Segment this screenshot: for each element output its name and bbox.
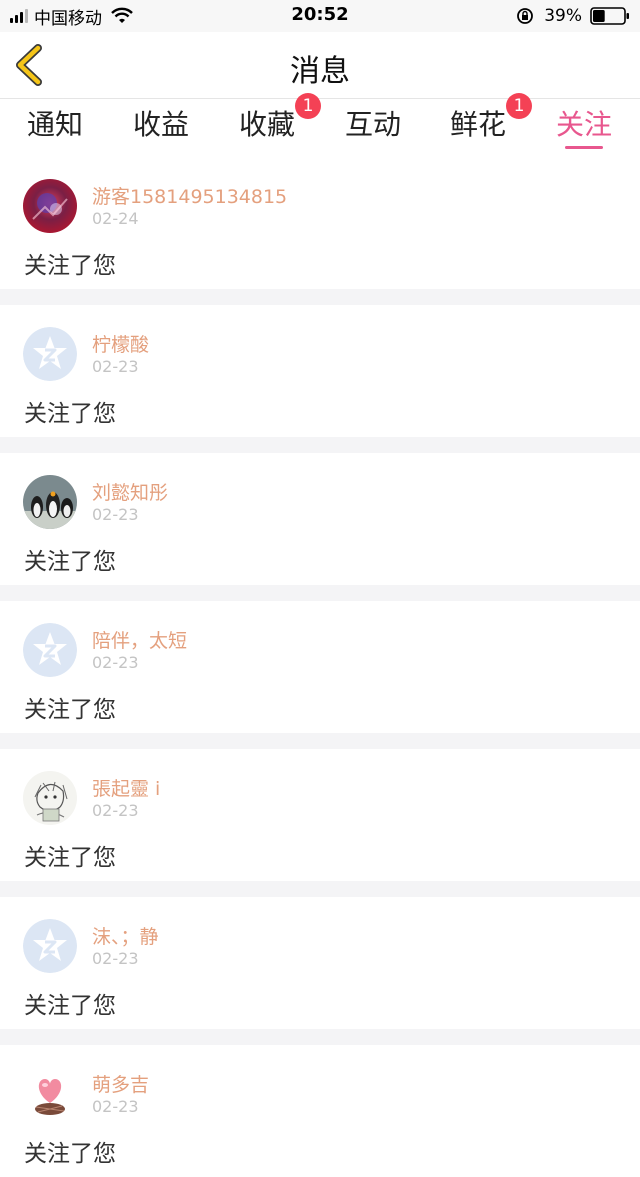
tab-label: 互动 bbox=[344, 108, 401, 141]
follow-date: 02-23 bbox=[92, 1097, 139, 1116]
username[interactable]: 陪伴，太短 bbox=[92, 626, 187, 653]
username[interactable]: 柠檬酸 bbox=[92, 330, 149, 357]
tab-label: 收藏 bbox=[238, 108, 295, 141]
tab-label: 鲜花 bbox=[449, 108, 506, 141]
divider bbox=[0, 733, 640, 749]
avatar[interactable] bbox=[23, 179, 77, 233]
status-right: 39% bbox=[516, 5, 630, 27]
divider bbox=[0, 585, 640, 601]
tab-label: 关注 bbox=[555, 108, 612, 141]
follow-date: 02-23 bbox=[92, 949, 139, 968]
follow-message: 关注了您 bbox=[24, 401, 116, 427]
rotation-lock-icon bbox=[517, 8, 534, 24]
username[interactable]: 沫、；静 bbox=[92, 922, 159, 949]
follow-date: 02-23 bbox=[92, 801, 139, 820]
list-item[interactable]: 游客1581495134815 02-24 关注了您 bbox=[0, 157, 640, 289]
avatar[interactable] bbox=[23, 623, 77, 677]
tab-favorites[interactable]: 收藏 1 bbox=[237, 93, 321, 153]
battery-percent: 39% bbox=[544, 6, 582, 26]
avatar[interactable] bbox=[23, 771, 77, 825]
follow-message: 关注了您 bbox=[24, 845, 116, 871]
divider bbox=[0, 289, 640, 305]
avatar[interactable] bbox=[23, 919, 77, 973]
tab-label: 收益 bbox=[132, 108, 189, 141]
tab-flowers[interactable]: 鲜花 1 bbox=[448, 93, 532, 153]
tab-interactions[interactable]: 互动 bbox=[343, 103, 403, 153]
username[interactable]: 刘懿知彤 bbox=[92, 478, 168, 505]
avatar-photo-icon bbox=[23, 475, 77, 529]
follower-list: 游客1581495134815 02-24 关注了您 柠檬酸 02-23 关注了… bbox=[0, 157, 640, 1177]
follow-message: 关注了您 bbox=[24, 1141, 116, 1167]
active-tab-indicator bbox=[565, 146, 603, 149]
battery-icon bbox=[590, 7, 629, 25]
follow-message: 关注了您 bbox=[24, 993, 116, 1019]
tab-label: 通知 bbox=[26, 108, 83, 141]
avatar-photo-icon bbox=[23, 1067, 77, 1121]
tab-notifications[interactable]: 通知 bbox=[25, 103, 85, 153]
unread-badge: 1 bbox=[506, 93, 532, 119]
divider bbox=[0, 881, 640, 897]
follow-date: 02-23 bbox=[92, 653, 139, 672]
follow-message: 关注了您 bbox=[24, 697, 116, 723]
avatar-photo-icon bbox=[23, 771, 77, 825]
divider bbox=[0, 437, 640, 453]
avatar[interactable] bbox=[23, 475, 77, 529]
username[interactable]: 張起靈 i bbox=[92, 774, 160, 801]
follow-date: 02-23 bbox=[92, 357, 139, 376]
list-item[interactable]: 陪伴，太短 02-23 关注了您 bbox=[0, 601, 640, 733]
page-title: 消息 bbox=[290, 54, 350, 89]
follow-date: 02-23 bbox=[92, 505, 139, 524]
avatar-photo-icon bbox=[23, 179, 77, 233]
nav-bar: 消息 bbox=[0, 32, 640, 99]
username[interactable]: 萌多吉 bbox=[92, 1070, 149, 1097]
divider bbox=[0, 1029, 640, 1045]
follow-message: 关注了您 bbox=[24, 253, 116, 279]
follow-message: 关注了您 bbox=[24, 549, 116, 575]
username[interactable]: 游客1581495134815 bbox=[92, 182, 287, 209]
list-item[interactable]: 刘懿知彤 02-23 关注了您 bbox=[0, 453, 640, 585]
list-item[interactable]: 柠檬酸 02-23 关注了您 bbox=[0, 305, 640, 437]
default-avatar-icon bbox=[23, 623, 77, 677]
tab-bar: 通知 收益 收藏 1 互动 鲜花 1 关注 bbox=[0, 93, 640, 155]
follow-date: 02-24 bbox=[92, 209, 139, 228]
unread-badge: 1 bbox=[295, 93, 321, 119]
list-item[interactable]: 張起靈 i 02-23 关注了您 bbox=[0, 749, 640, 881]
default-avatar-icon bbox=[23, 919, 77, 973]
list-item[interactable]: 沫、；静 02-23 关注了您 bbox=[0, 897, 640, 1029]
tab-earnings[interactable]: 收益 bbox=[131, 103, 191, 153]
avatar[interactable] bbox=[23, 327, 77, 381]
list-item[interactable]: 萌多吉 02-23 关注了您 bbox=[0, 1045, 640, 1177]
status-bar: 中国移动 20:52 39% bbox=[0, 0, 640, 32]
tab-following[interactable]: 关注 bbox=[554, 103, 614, 153]
default-avatar-icon bbox=[23, 327, 77, 381]
avatar[interactable] bbox=[23, 1067, 77, 1121]
